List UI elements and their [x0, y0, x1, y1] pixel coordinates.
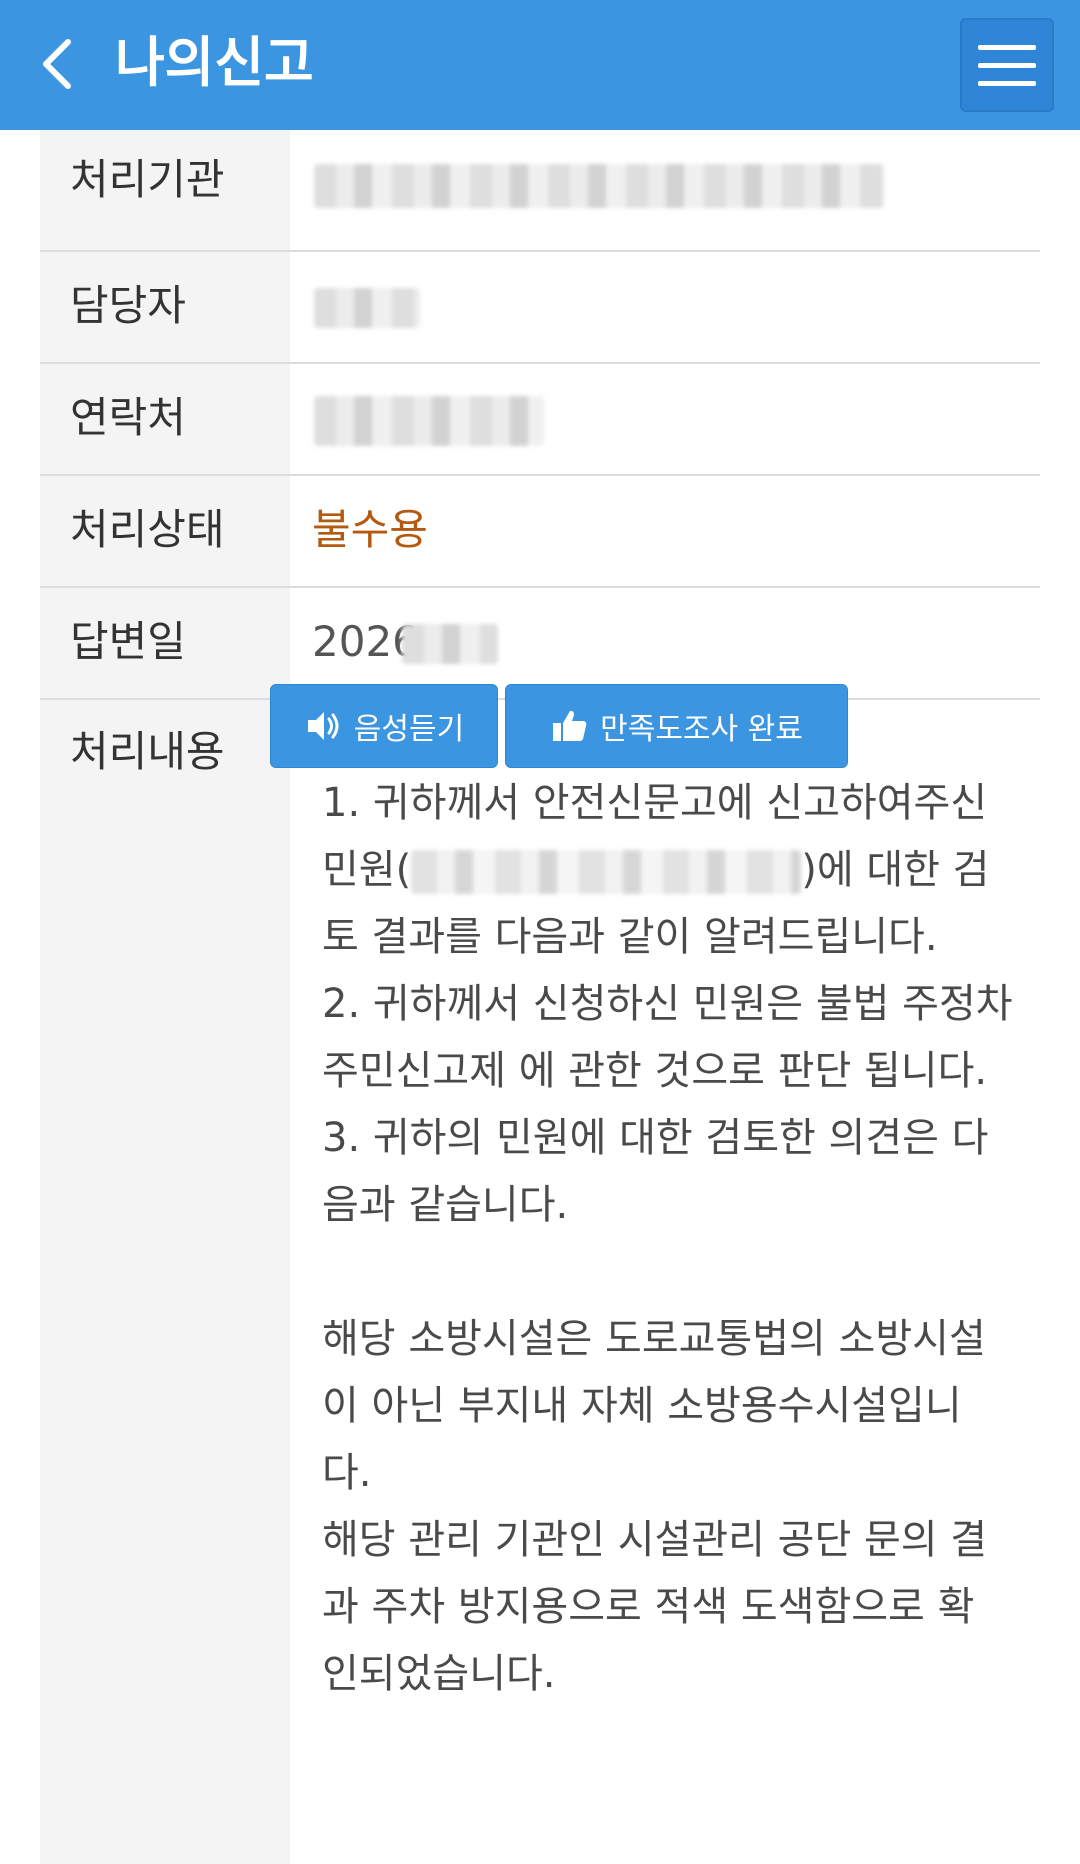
row-contact: 연락처	[40, 364, 1040, 476]
report-detail-table: 처리기관 담당자 연락처 처리상태 불수용 답변일 2026. 처리내용 음성듣…	[40, 130, 1040, 1864]
content-line: 인되었습니다.	[322, 1651, 556, 1697]
agency-label: 처리기관	[70, 155, 225, 204]
content-label: 처리내용	[70, 727, 225, 776]
reply-date-label: 답변일	[70, 617, 186, 666]
row-manager: 담당자	[40, 252, 1040, 364]
manager-label: 담당자	[70, 281, 186, 330]
status-value: 불수용	[312, 505, 428, 554]
hamburger-menu-icon-bar	[978, 80, 1036, 86]
content-line: 주민신고제 에 관한 것으로 판단 됩니다.	[322, 1048, 988, 1094]
app-header: 나의신고	[0, 0, 1080, 130]
chevron-left-icon	[43, 39, 71, 89]
status-label: 처리상태	[70, 505, 225, 554]
content-line: 민원( )에 대한 검	[322, 837, 1042, 904]
content-line: 해당 관리 기관인 시설관리 공단 문의 결	[322, 1517, 988, 1563]
manager-value-redacted	[314, 288, 420, 328]
content-line-prefix: 민원(	[322, 847, 412, 893]
thumbs-up-icon	[553, 710, 587, 741]
content-line: 1. 귀하께서 안전신문고에 신고하여주신	[322, 780, 988, 826]
content-line: 음과 같습니다.	[322, 1182, 569, 1228]
content-line: 2. 귀하께서 신청하신 민원은 불법 주정차	[322, 981, 1013, 1027]
content-line: 3. 귀하의 민원에 대한 검토한 의견은 다	[322, 1115, 989, 1161]
contact-value-redacted	[314, 396, 544, 446]
survey-complete-button-label: 만족도조사 완료	[600, 712, 803, 747]
content-line: 다.	[322, 1450, 372, 1496]
back-button[interactable]	[38, 34, 78, 94]
menu-button[interactable]	[960, 18, 1054, 112]
speaker-icon	[307, 712, 339, 740]
hamburger-menu-icon-bar	[978, 44, 1036, 50]
row-agency: 처리기관	[40, 130, 1040, 252]
content-line-suffix: )에 대한 검	[801, 847, 990, 893]
content-line: 토 결과를 다음과 같이 알려드립니다.	[322, 914, 938, 960]
content-line: 해당 소방시설은 도로교통법의 소방시설	[322, 1316, 986, 1362]
contact-label: 연락처	[70, 393, 186, 442]
reply-date-redacted	[402, 624, 498, 664]
listen-voice-button-label: 음성듣기	[353, 712, 465, 747]
content-blank-line	[322, 1239, 1042, 1306]
processing-content-text: 1. 귀하께서 안전신문고에 신고하여주신 민원( )에 대한 검 토 결과를 다…	[322, 770, 1042, 1708]
complaint-id-redacted	[411, 850, 802, 894]
row-status: 처리상태 불수용	[40, 476, 1040, 588]
survey-complete-button[interactable]: 만족도조사 완료	[505, 684, 848, 768]
content-line: 이 아닌 부지내 자체 소방용수시설입니	[322, 1383, 962, 1429]
listen-voice-button[interactable]: 음성듣기	[270, 684, 498, 768]
content-line: 과 주차 방지용으로 적색 도색함으로 확	[322, 1584, 975, 1630]
hamburger-menu-icon-bar	[978, 62, 1036, 68]
page-title: 나의신고	[115, 31, 314, 94]
agency-value-redacted	[314, 164, 884, 208]
